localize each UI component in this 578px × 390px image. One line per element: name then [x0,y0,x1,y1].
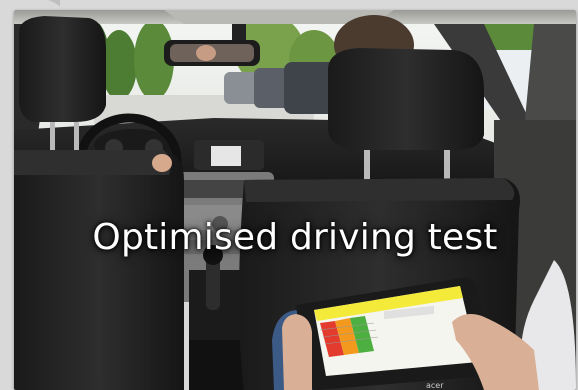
driver-hand [152,154,172,172]
slide: acer Optimised driving test [0,0,578,390]
slide-caption: Optimised driving test [92,217,498,258]
driving-test-photo: acer Optimised driving test [14,10,576,390]
car-interior-illustration: acer [14,10,576,390]
tablet-brand-label: acer [426,381,444,390]
left-hand [282,314,312,390]
